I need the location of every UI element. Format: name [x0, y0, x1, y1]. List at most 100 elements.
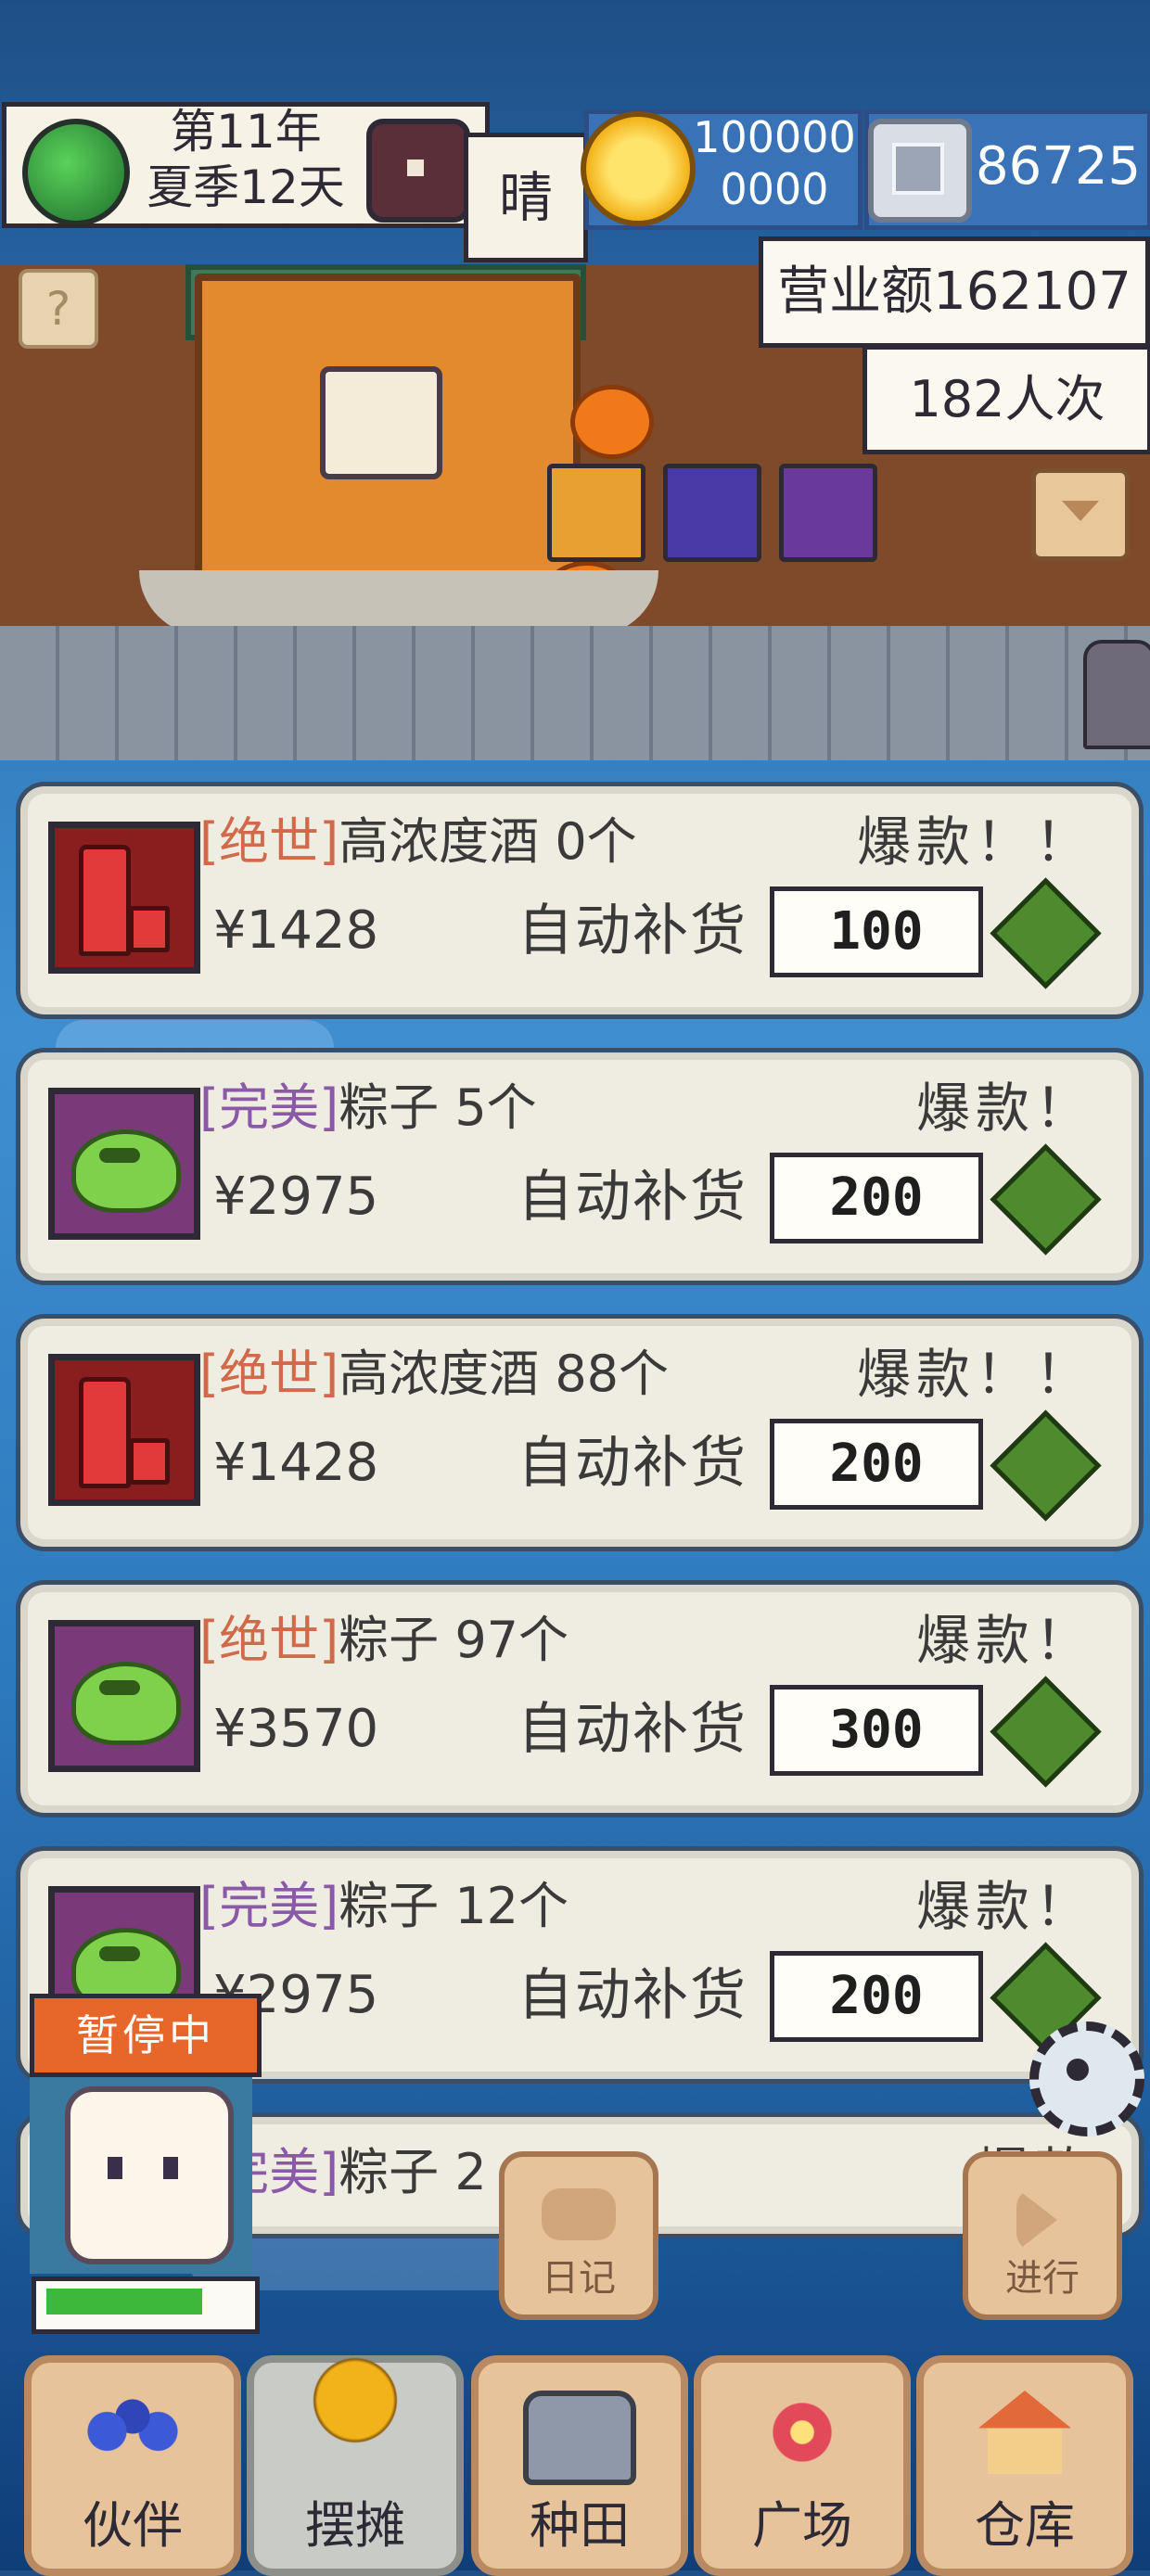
product-name: 高浓度酒: [339, 1345, 540, 1403]
fast-forward-icon: [1016, 2188, 1057, 2251]
nav-tab-house[interactable]: 仓库: [916, 2355, 1133, 2576]
gold-amount-line1: 100000: [693, 112, 856, 162]
paused-status[interactable]: 暂停中: [30, 1994, 262, 2077]
auto-restock-label: 自动补货: [518, 899, 748, 963]
price-label: ¥1428: [213, 1433, 379, 1493]
product-title: [绝世]高浓度酒 0个: [199, 805, 637, 879]
people-icon: [82, 2391, 184, 2465]
diary-button[interactable]: 日记: [499, 2151, 658, 2320]
hot-item-badge: 爆款！: [915, 1077, 1094, 1140]
nav-label: 种田: [530, 2496, 630, 2555]
cat-assistant-avatar[interactable]: [65, 2086, 234, 2264]
auto-restock-label: 自动补货: [518, 1963, 748, 2028]
potion-bowl-icon[interactable]: [779, 464, 877, 562]
price-label: ¥3570: [213, 1699, 379, 1759]
weather-label: 晴: [464, 133, 588, 262]
auto-restock-label: 自动补货: [518, 1165, 748, 1230]
zongzi-icon: [48, 1088, 200, 1240]
pumpkin: [570, 385, 654, 459]
expand-down-button[interactable]: [1031, 468, 1130, 561]
shopkeeper-bear: [320, 366, 442, 479]
restock-quantity-input[interactable]: 200: [770, 1951, 983, 2042]
watering-can-icon: [523, 2391, 636, 2485]
gold-coin-icon: [581, 111, 696, 226]
confirm-gem-button[interactable]: [990, 1409, 1102, 1522]
stock-count: 5个: [454, 1078, 537, 1137]
moon-phase-icon: [366, 119, 470, 223]
product-card[interactable]: [绝世]高浓度酒 0个 爆款！！ ¥1428 自动补货 100: [20, 786, 1139, 1014]
confirm-gem-button[interactable]: [990, 1143, 1102, 1256]
product-title: [完美]粽子 12个: [199, 1869, 569, 1944]
stock-count: 0个: [555, 812, 637, 871]
horse-statue-icon[interactable]: [547, 464, 645, 562]
revenue-display: 营业额162107: [759, 236, 1150, 348]
flower-icon: [756, 2391, 849, 2474]
hot-item-badge: 爆款！: [915, 1609, 1094, 1672]
nav-label: 仓库: [975, 2496, 1075, 2555]
wine-bottle-icon: [48, 1354, 200, 1506]
stock-count: 12个: [454, 1877, 569, 1935]
quality-tag: [绝世]: [199, 1611, 339, 1669]
hot-item-badge: 爆款！！: [856, 1343, 1094, 1406]
product-title: [完美]粽子 5个: [199, 1071, 537, 1145]
nav-tab-coins[interactable]: 摆摊: [247, 2344, 464, 2576]
price-label: ¥1428: [213, 900, 379, 961]
quality-tag: [绝世]: [199, 812, 339, 871]
nav-tab-flower[interactable]: 广场: [694, 2355, 911, 2576]
cobblestone-street: [0, 626, 1150, 760]
confirm-gem-button[interactable]: [990, 1676, 1102, 1788]
gold-amount-line2: 0000: [720, 164, 829, 214]
proceed-label: 进行: [1005, 2257, 1080, 2300]
settings-gear-icon[interactable]: [1029, 2021, 1144, 2136]
auto-restock-label: 自动补货: [518, 1697, 748, 1762]
season-day-label: 夏季12天: [147, 160, 345, 214]
product-name: 高浓度酒: [339, 812, 540, 871]
restock-quantity-input[interactable]: 300: [770, 1685, 983, 1776]
product-card[interactable]: [完美]粽子 5个 爆款！ ¥2975 自动补货 200: [20, 1052, 1139, 1281]
gold-amount: 100000 0000: [691, 111, 858, 215]
nav-label: 广场: [752, 2496, 852, 2555]
product-title: [绝世]粽子 97个: [199, 1603, 569, 1677]
quality-tag: [完美]: [199, 1877, 339, 1935]
silver-amount: 86725: [976, 136, 1142, 197]
product-title: [绝世]高浓度酒 88个: [199, 1337, 669, 1411]
zongzi-icon: [48, 1620, 200, 1772]
magic-wand-icon[interactable]: [663, 464, 761, 562]
wine-bottle-icon: [48, 822, 200, 974]
stock-count: 2: [454, 2143, 487, 2201]
restock-quantity-input[interactable]: 200: [770, 1153, 983, 1243]
visitor-count: 182人次: [862, 345, 1150, 454]
proceed-button[interactable]: 进行: [963, 2151, 1122, 2320]
product-name: 粽子: [339, 1877, 440, 1935]
product-name: 粽子: [339, 2143, 440, 2201]
stock-count: 97个: [454, 1611, 569, 1669]
calendar-date: 第11年 夏季12天: [139, 104, 352, 215]
quality-tag: [完美]: [199, 1078, 339, 1137]
auto-restock-label: 自动补货: [518, 1431, 748, 1496]
restock-quantity-input[interactable]: 200: [770, 1419, 983, 1510]
silver-coin-icon: [868, 119, 972, 223]
quality-tag: [绝世]: [199, 1345, 339, 1403]
year-label: 第11年: [170, 105, 322, 159]
nav-tab-watering-can[interactable]: 种田: [471, 2355, 688, 2576]
help-button[interactable]: ?: [19, 269, 98, 349]
nav-tab-people[interactable]: 伙伴: [24, 2355, 241, 2576]
product-name: 粽子: [339, 1078, 440, 1137]
diary-icon: [542, 2188, 616, 2240]
house-icon: [978, 2391, 1071, 2474]
globe-icon[interactable]: [22, 119, 130, 226]
product-card[interactable]: [绝世]高浓度酒 88个 爆款！！ ¥1428 自动补货 200: [20, 1319, 1139, 1547]
stock-count: 88个: [555, 1345, 670, 1403]
product-name: 粽子: [339, 1611, 440, 1669]
nav-label: 伙伴: [83, 2496, 183, 2555]
hot-item-badge: 爆款！！: [856, 810, 1094, 874]
energy-bar-fill: [46, 2289, 202, 2315]
nav-label: 摆摊: [305, 2496, 405, 2555]
product-card[interactable]: [绝世]粽子 97个 爆款！ ¥3570 自动补货 300: [20, 1585, 1139, 1813]
restock-quantity-input[interactable]: 100: [770, 886, 983, 977]
price-label: ¥2975: [213, 1167, 379, 1227]
wandering-customer: [1083, 640, 1150, 749]
diary-label: 日记: [542, 2257, 616, 2300]
confirm-gem-button[interactable]: [990, 877, 1102, 989]
hot-item-badge: 爆款！: [915, 1875, 1094, 1938]
